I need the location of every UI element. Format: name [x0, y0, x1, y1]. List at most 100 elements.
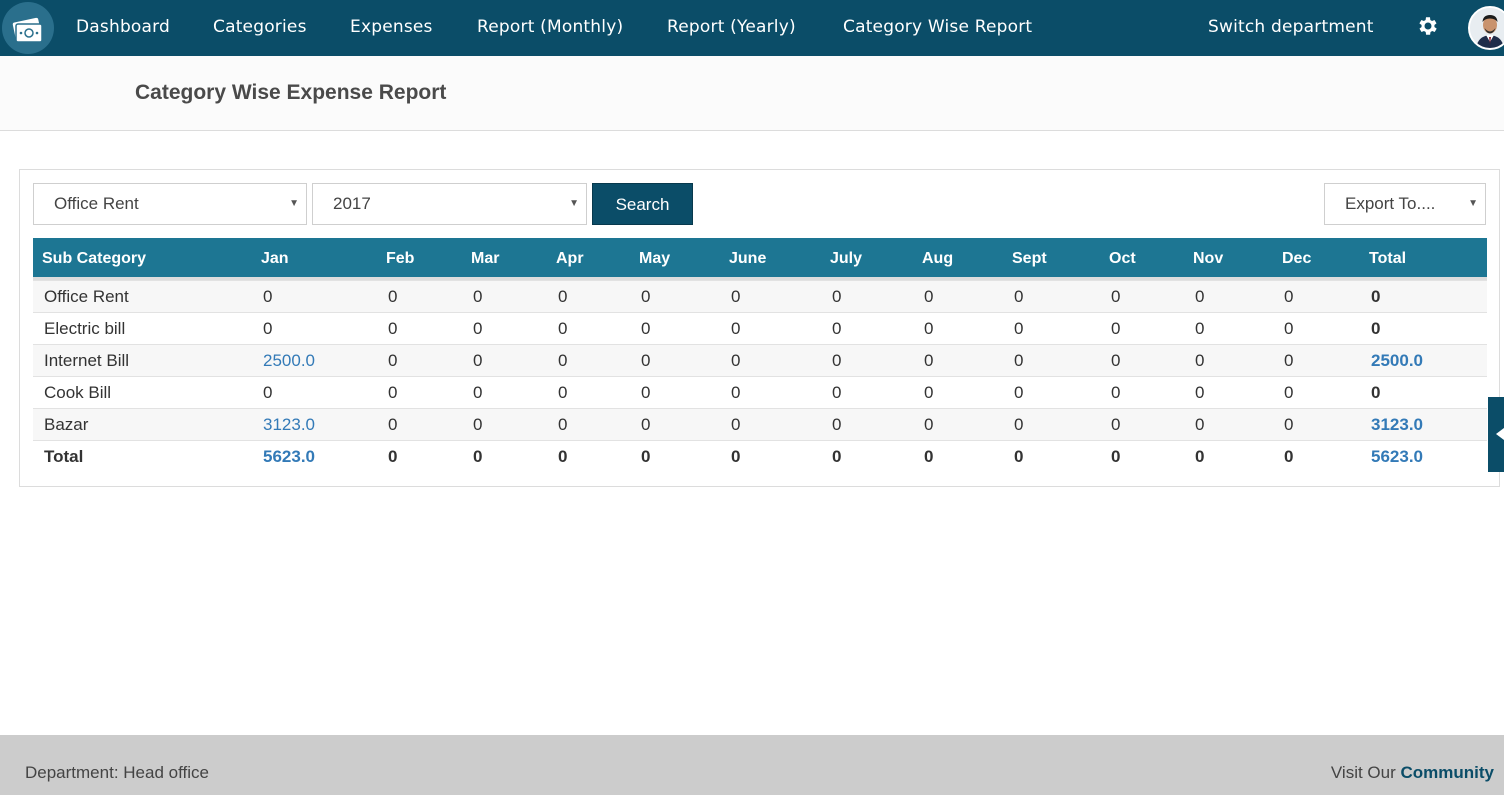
- table-cell-sept: 0: [1014, 415, 1024, 434]
- table-cell-total[interactable]: 5623.0: [1371, 441, 1423, 473]
- table-cell-sept: 0: [1014, 319, 1024, 338]
- year-select[interactable]: 2017 ▼: [312, 183, 587, 225]
- table-cell-jan: 0: [263, 383, 273, 402]
- table-cell-oct: 0: [1111, 319, 1121, 338]
- table-cell-aug: 0: [924, 319, 934, 338]
- table-cell-june: 0: [731, 415, 741, 434]
- table-cell-aug: 0: [924, 351, 934, 370]
- table-cell-june: 0: [731, 383, 741, 402]
- table-cell-july: 0: [832, 383, 842, 402]
- nav-report-yearly[interactable]: Report (Yearly): [667, 0, 796, 56]
- table-cell-july: 0: [832, 415, 842, 434]
- table-cell-feb: 0: [388, 415, 398, 434]
- table-cell-dec: 0: [1284, 287, 1294, 306]
- table-cell-dec: 0: [1284, 383, 1294, 402]
- chevron-down-icon: ▼: [1468, 198, 1478, 209]
- column-header-apr: Apr: [556, 250, 584, 267]
- category-select-value: Office Rent: [54, 194, 139, 213]
- table-cell-june: 0: [731, 287, 741, 306]
- chevron-down-icon: ▼: [289, 198, 299, 209]
- nav-categories[interactable]: Categories: [213, 0, 307, 56]
- category-select[interactable]: Office Rent ▼: [33, 183, 307, 225]
- table-cell-mar: 0: [473, 351, 483, 370]
- footer-department: Department: Head office: [25, 763, 209, 782]
- table-cell-feb: 0: [388, 351, 398, 370]
- app-logo-icon[interactable]: [2, 2, 54, 54]
- table-cell-oct: 0: [1111, 447, 1121, 466]
- table-cell-june: 0: [731, 351, 741, 370]
- nav-category-wise-report[interactable]: Category Wise Report: [843, 0, 1032, 56]
- table-row: Electric bill 0 0 0 0 0 0 0 0 0 0 0 0 0: [33, 312, 1487, 344]
- community-link[interactable]: Community: [1401, 763, 1495, 782]
- table-cell-feb: 0: [388, 447, 398, 466]
- report-panel: Office Rent ▼ 2017 ▼ Search Export To...…: [19, 169, 1500, 487]
- chevron-down-icon: ▼: [569, 198, 579, 209]
- nav-report-monthly[interactable]: Report (Monthly): [477, 0, 623, 56]
- table-cell-sept: 0: [1014, 447, 1024, 466]
- table-cell-jan: 0: [263, 287, 273, 306]
- table-cell-dec: 0: [1284, 415, 1294, 434]
- table-cell-total: 0: [1371, 383, 1381, 402]
- column-header-sub-category: Sub Category: [42, 250, 147, 267]
- nav-dashboard[interactable]: Dashboard: [76, 0, 170, 56]
- table-cell-apr: 0: [558, 447, 568, 466]
- column-header-sept: Sept: [1012, 250, 1047, 267]
- table-row: Office Rent 0 0 0 0 0 0 0 0 0 0 0 0 0: [33, 280, 1487, 312]
- table-cell-total: 0: [1371, 287, 1381, 306]
- table-cell-may: 0: [641, 287, 651, 306]
- nav-expenses[interactable]: Expenses: [350, 0, 433, 56]
- table-cell-dec: 0: [1284, 351, 1294, 370]
- table-cell-jan[interactable]: 2500.0: [263, 345, 315, 377]
- side-panel-toggle[interactable]: [1488, 397, 1504, 472]
- chevron-left-icon: [1496, 428, 1504, 440]
- table-cell-apr: 0: [558, 415, 568, 434]
- column-header-aug: Aug: [922, 250, 954, 267]
- table-cell-apr: 0: [558, 287, 568, 306]
- table-cell-total: 0: [1371, 319, 1381, 338]
- table-cell-oct: 0: [1111, 383, 1121, 402]
- column-header-total: Total: [1369, 250, 1407, 267]
- table-cell-sub-category: Internet Bill: [44, 351, 130, 370]
- table-cell-total[interactable]: 3123.0: [1371, 409, 1423, 441]
- table-cell-jan[interactable]: 3123.0: [263, 409, 315, 441]
- user-avatar[interactable]: [1468, 6, 1504, 50]
- table-cell-nov: 0: [1195, 447, 1205, 466]
- table-cell-july: 0: [832, 319, 842, 338]
- column-header-oct: Oct: [1109, 250, 1136, 267]
- gear-icon[interactable]: [1416, 14, 1440, 38]
- table-cell-june: 0: [731, 319, 741, 338]
- column-header-july: July: [830, 250, 863, 267]
- table-cell-mar: 0: [473, 287, 483, 306]
- column-header-jan: Jan: [261, 250, 289, 267]
- export-select[interactable]: Export To.... ▼: [1324, 183, 1486, 225]
- switch-department-link[interactable]: Switch department: [1208, 0, 1374, 56]
- search-button[interactable]: Search: [592, 183, 693, 225]
- table-cell-jan[interactable]: 5623.0: [263, 441, 315, 473]
- table-cell-apr: 0: [558, 383, 568, 402]
- table-cell-mar: 0: [473, 319, 483, 338]
- table-cell-nov: 0: [1195, 351, 1205, 370]
- table-cell-sept: 0: [1014, 287, 1024, 306]
- table-cell-oct: 0: [1111, 351, 1121, 370]
- table-cell-nov: 0: [1195, 415, 1205, 434]
- column-header-june: June: [729, 250, 767, 267]
- year-select-value: 2017: [333, 194, 371, 213]
- table-cell-dec: 0: [1284, 319, 1294, 338]
- column-header-mar: Mar: [471, 250, 500, 267]
- table-cell-jan: 0: [263, 319, 273, 338]
- table-cell-july: 0: [832, 287, 842, 306]
- table-cell-total[interactable]: 2500.0: [1371, 345, 1423, 377]
- table-cell-nov: 0: [1195, 319, 1205, 338]
- table-cell-may: 0: [641, 351, 651, 370]
- footer-visit-text: Visit Our: [1330, 763, 1396, 782]
- table-cell-mar: 0: [473, 447, 483, 466]
- table-cell-may: 0: [641, 415, 651, 434]
- footer-community: Visit Our Community: [1331, 763, 1494, 783]
- table-row: Cook Bill 0 0 0 0 0 0 0 0 0 0 0 0 0: [33, 376, 1487, 408]
- table-cell-sub-category: Total: [44, 447, 84, 466]
- table-header-row: Sub Category Jan Feb Mar Apr May June July Aug Se…: [33, 238, 1487, 280]
- table-cell-nov: 0: [1195, 383, 1205, 402]
- table-total-row: Total 5623.0 0 0 0 0 0 0 0 0 0 0 0 5623.0: [33, 440, 1487, 472]
- column-header-feb: Feb: [386, 250, 415, 267]
- column-header-dec: Dec: [1282, 250, 1312, 267]
